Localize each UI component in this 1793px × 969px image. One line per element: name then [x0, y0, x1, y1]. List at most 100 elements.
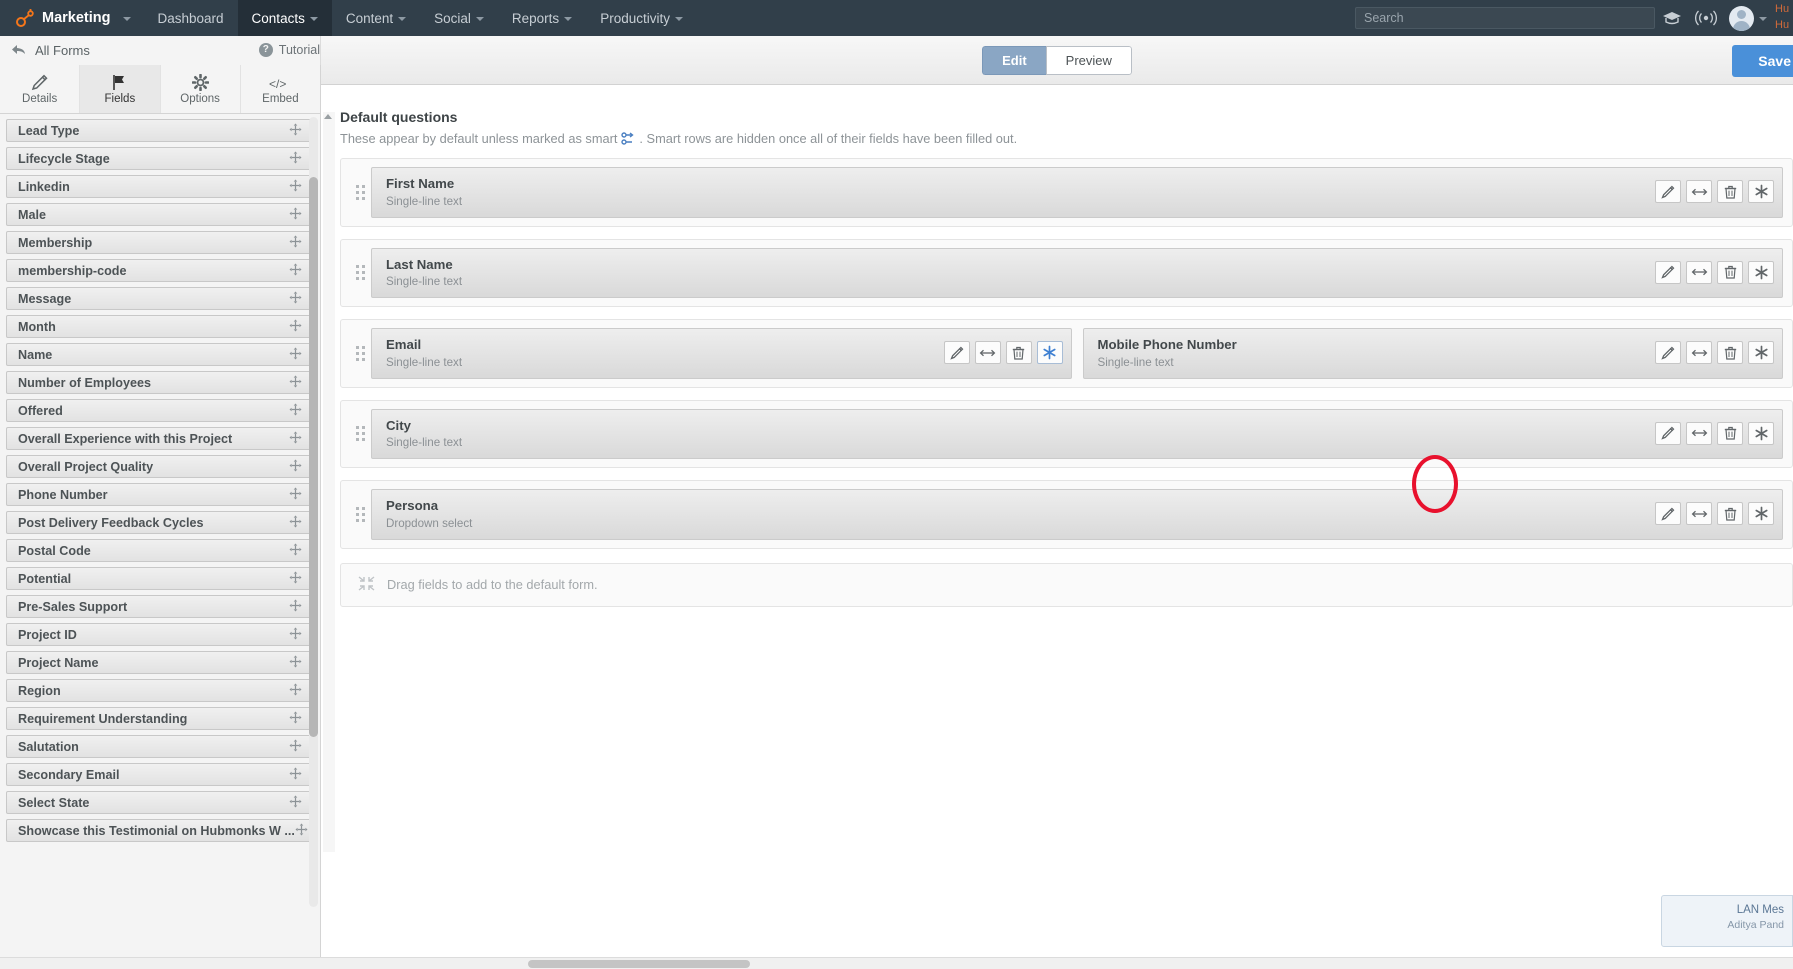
search-input[interactable] [1355, 7, 1655, 29]
smart-star-button[interactable] [1748, 260, 1774, 284]
brand-marketing-menu[interactable]: Marketing [0, 0, 144, 36]
nav-item-productivity[interactable]: Productivity [586, 0, 697, 36]
row-drag-handle[interactable] [349, 409, 371, 460]
resize-arrows-button[interactable] [974, 341, 1001, 365]
move-handle-icon[interactable] [289, 403, 302, 419]
delete-trash-button[interactable] [1717, 341, 1743, 365]
tab-preview[interactable]: Preview [1045, 45, 1132, 75]
sidebar-field-item[interactable]: Month [6, 315, 311, 338]
edit-pencil-button[interactable] [1655, 421, 1681, 445]
sidebar-field-item[interactable]: Pre-Sales Support [6, 595, 311, 618]
sidebar-field-item[interactable]: Linkedin [6, 175, 311, 198]
sidebar-field-item[interactable]: Overall Project Quality [6, 455, 311, 478]
scrollbar-thumb-secondary[interactable] [690, 960, 750, 968]
delete-trash-button[interactable] [1717, 502, 1743, 526]
scroll-up-arrow-icon[interactable] [324, 114, 332, 119]
sidebar-field-item[interactable]: Membership [6, 231, 311, 254]
edit-pencil-button[interactable] [1655, 180, 1681, 204]
edit-pencil-button[interactable] [943, 341, 970, 365]
sidebar-field-item[interactable]: Project Name [6, 651, 311, 674]
sidebar-field-item[interactable]: Region [6, 679, 311, 702]
drop-zone[interactable]: Drag fields to add to the default form. [340, 562, 1793, 607]
form-field-card[interactable]: First Name Single-line text [371, 167, 1783, 218]
resize-arrows-button[interactable] [1686, 341, 1712, 365]
resize-arrows-button[interactable] [1686, 260, 1712, 284]
nav-item-contacts[interactable]: Contacts [237, 0, 332, 36]
sidebar-field-list[interactable]: Lead Type Lifecycle Stage Linkedin Male Memb… [0, 115, 320, 957]
sidebar-field-item[interactable]: Showcase this Testimonial on Hubmonks W … [6, 819, 311, 842]
form-field-card[interactable]: Persona Dropdown select [371, 489, 1783, 540]
smart-star-button[interactable] [1748, 341, 1774, 365]
sidebar-field-item[interactable]: Name [6, 343, 311, 366]
move-handle-icon[interactable] [289, 123, 302, 139]
nav-item-reports[interactable]: Reports [498, 0, 586, 36]
delete-trash-button[interactable] [1005, 341, 1032, 365]
window-horizontal-scrollbar[interactable] [0, 957, 1793, 969]
move-handle-icon[interactable] [289, 263, 302, 279]
row-drag-handle[interactable] [349, 248, 371, 299]
move-handle-icon[interactable] [289, 235, 302, 251]
delete-trash-button[interactable] [1717, 421, 1743, 445]
move-handle-icon[interactable] [289, 207, 302, 223]
move-handle-icon[interactable] [289, 655, 302, 671]
sidebar-field-item[interactable]: Offered [6, 399, 311, 422]
sidebar-field-item[interactable]: Lead Type [6, 119, 311, 142]
resize-arrows-button[interactable] [1686, 502, 1712, 526]
form-field-card[interactable]: Last Name Single-line text [371, 247, 1783, 298]
tab-options[interactable]: Options [160, 65, 241, 113]
breadcrumb-all-forms[interactable]: All Forms [0, 43, 90, 58]
sidebar-field-item[interactable]: Number of Employees [6, 371, 311, 394]
resize-arrows-button[interactable] [1686, 180, 1712, 204]
move-handle-icon[interactable] [289, 151, 302, 167]
smart-star-button[interactable] [1748, 421, 1774, 445]
edit-pencil-button[interactable] [1655, 502, 1681, 526]
sidebar-field-item[interactable]: Secondary Email [6, 763, 311, 786]
move-handle-icon[interactable] [289, 627, 302, 643]
move-handle-icon[interactable] [289, 795, 302, 811]
sidebar-field-item[interactable]: Male [6, 203, 311, 226]
sidebar-field-item[interactable]: Message [6, 287, 311, 310]
move-handle-icon[interactable] [289, 739, 302, 755]
delete-trash-button[interactable] [1717, 180, 1743, 204]
move-handle-icon[interactable] [289, 487, 302, 503]
canvas-scrollbar-track[interactable] [323, 112, 335, 852]
sidebar-field-item[interactable]: Select State [6, 791, 311, 814]
form-field-card[interactable]: City Single-line text [371, 408, 1783, 459]
move-handle-icon[interactable] [289, 711, 302, 727]
smart-star-button[interactable] [1748, 180, 1774, 204]
chat-widget[interactable]: LAN Mes Aditya Pand [1661, 895, 1793, 947]
sidebar-field-item[interactable]: Project ID [6, 623, 311, 646]
sidebar-scrollbar-thumb[interactable] [309, 177, 318, 737]
move-handle-icon[interactable] [289, 431, 302, 447]
nav-item-dashboard[interactable]: Dashboard [144, 0, 238, 36]
form-field-card[interactable]: Email Single-line text [371, 328, 1072, 379]
edit-pencil-button[interactable] [1655, 260, 1681, 284]
account-menu[interactable] [1723, 5, 1771, 31]
sidebar-field-item[interactable]: Phone Number [6, 483, 311, 506]
tab-edit[interactable]: Edit [982, 45, 1046, 75]
sidebar-field-item[interactable]: Overall Experience with this Project [6, 427, 311, 450]
move-handle-icon[interactable] [289, 319, 302, 335]
smart-star-button[interactable] [1748, 502, 1774, 526]
move-handle-icon[interactable] [289, 599, 302, 615]
move-handle-icon[interactable] [289, 767, 302, 783]
move-handle-icon[interactable] [289, 683, 302, 699]
row-drag-handle[interactable] [349, 328, 371, 379]
sidebar-field-item[interactable]: membership-code [6, 259, 311, 282]
row-drag-handle[interactable] [349, 489, 371, 540]
sidebar-field-item[interactable]: Lifecycle Stage [6, 147, 311, 170]
tutorial-link[interactable]: ? Tutorial [258, 43, 320, 57]
sidebar-field-item[interactable]: Requirement Understanding [6, 707, 311, 730]
move-handle-icon[interactable] [289, 543, 302, 559]
delete-trash-button[interactable] [1717, 260, 1743, 284]
move-handle-icon[interactable] [289, 347, 302, 363]
sidebar-field-item[interactable]: Post Delivery Feedback Cycles [6, 511, 311, 534]
broadcast-icon[interactable] [1689, 0, 1723, 36]
move-handle-icon[interactable] [289, 375, 302, 391]
move-handle-icon[interactable] [289, 291, 302, 307]
move-handle-icon[interactable] [295, 823, 308, 839]
tab-details[interactable]: Details [0, 65, 81, 113]
sidebar-scrollbar-track[interactable] [309, 117, 318, 907]
row-drag-handle[interactable] [349, 167, 371, 218]
sidebar-field-item[interactable]: Salutation [6, 735, 311, 758]
